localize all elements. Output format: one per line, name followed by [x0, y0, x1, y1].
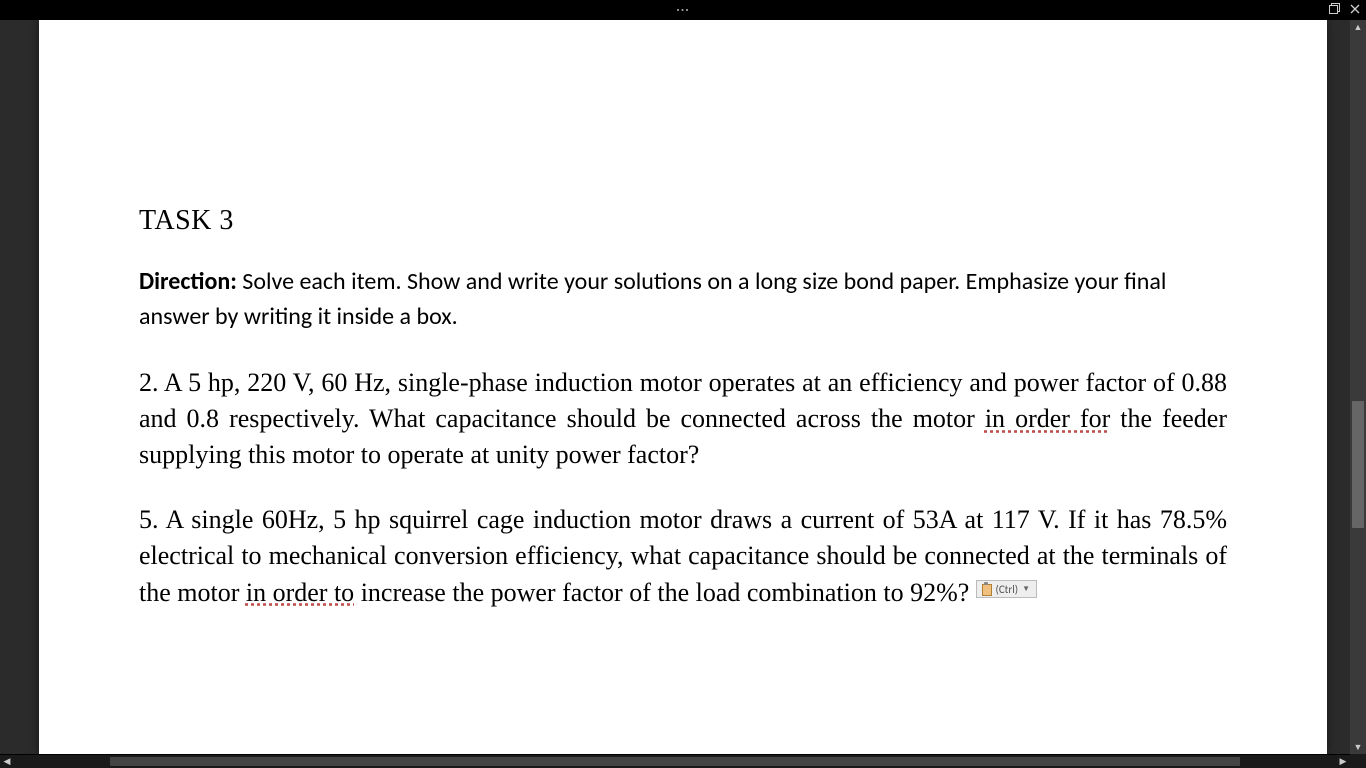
- vertical-scrollbar[interactable]: ▲ ▼: [1350, 20, 1366, 754]
- window-controls: [1329, 0, 1360, 20]
- vertical-scroll-thumb[interactable]: [1352, 401, 1364, 528]
- document-page: TASK 3 Direction: Solve each item. Show …: [39, 20, 1327, 754]
- scroll-left-arrow[interactable]: ◀: [0, 755, 14, 768]
- q2-underlined-phrase: in order for: [985, 404, 1110, 433]
- vertical-scroll-track[interactable]: [1350, 34, 1366, 740]
- direction-paragraph: Direction: Solve each item. Show and wri…: [139, 265, 1227, 335]
- direction-label: Direction:: [139, 267, 237, 296]
- scroll-down-arrow[interactable]: ▼: [1350, 740, 1366, 754]
- scroll-right-arrow[interactable]: ▶: [1336, 755, 1350, 768]
- task-title: TASK 3: [139, 205, 1227, 237]
- horizontal-scroll-thumb[interactable]: [110, 757, 1240, 766]
- q5-underlined-phrase: in order to: [246, 578, 354, 607]
- close-icon[interactable]: [1350, 4, 1360, 17]
- restore-icon[interactable]: [1329, 3, 1340, 17]
- paste-options-label: (Ctrl): [995, 583, 1018, 596]
- direction-text: Solve each item. Show and write your sol…: [139, 267, 1166, 331]
- clipboard-icon: [981, 582, 993, 596]
- scroll-up-arrow[interactable]: ▲: [1350, 20, 1366, 34]
- q5-text-post: increase the power factor of the load co…: [354, 578, 969, 607]
- titlebar: ···: [0, 0, 1366, 20]
- paste-options-button[interactable]: (Ctrl) ▼: [976, 580, 1037, 598]
- horizontal-scrollbar[interactable]: ◀ ▶: [0, 754, 1350, 768]
- question-2: 2. A 5 hp, 220 V, 60 Hz, single-phase in…: [139, 365, 1227, 474]
- titlebar-ellipsis: ···: [676, 3, 690, 17]
- scrollbar-corner: [1350, 754, 1366, 768]
- chevron-down-icon: ▼: [1022, 584, 1030, 594]
- question-5: 5. A single 60Hz, 5 hp squirrel cage ind…: [139, 502, 1227, 611]
- document-workspace: TASK 3 Direction: Solve each item. Show …: [0, 20, 1366, 754]
